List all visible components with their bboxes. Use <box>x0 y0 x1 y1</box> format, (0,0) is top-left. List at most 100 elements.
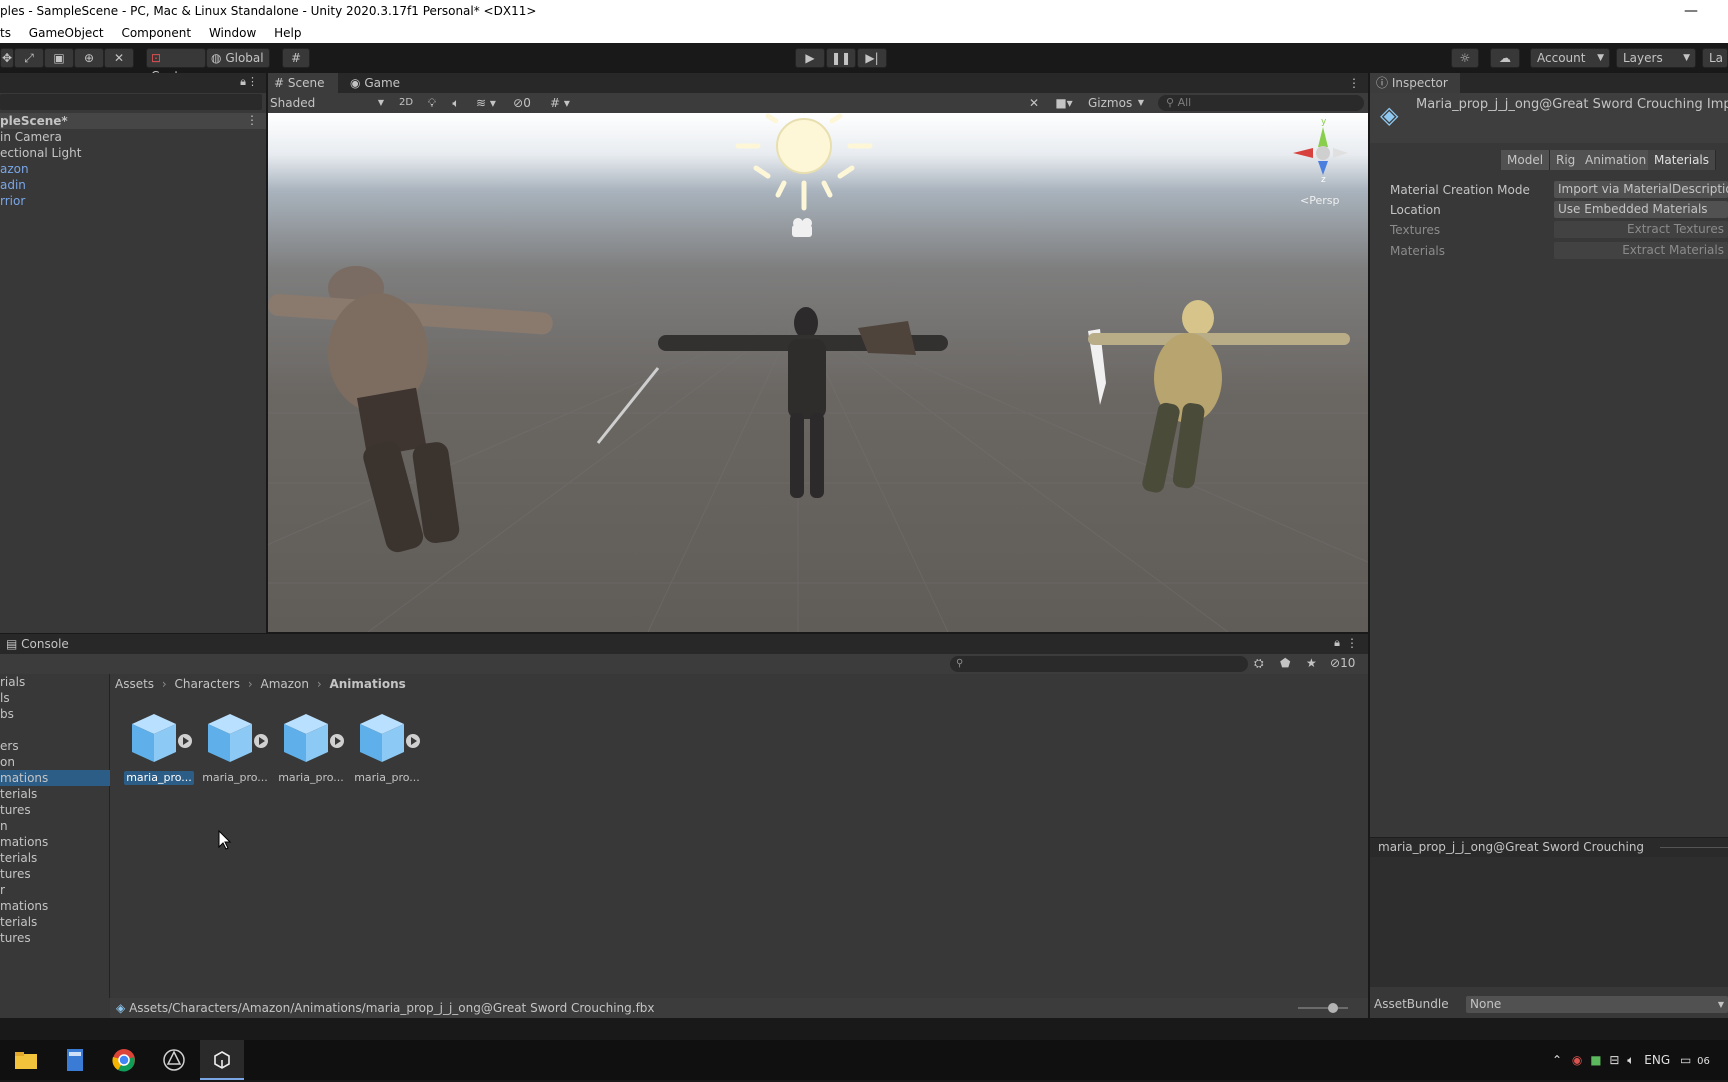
rect-tool-button[interactable]: ▣ <box>44 48 74 68</box>
file-explorer-button[interactable] <box>14 1048 38 1072</box>
assetbundle-dropdown[interactable]: None ▼ <box>1466 996 1728 1013</box>
scale-tool-button[interactable]: ⤢ <box>14 48 44 68</box>
tree-item[interactable]: n <box>0 818 110 834</box>
clock[interactable]: 06 <box>1697 1056 1710 1067</box>
unity-editor-button[interactable] <box>200 1040 244 1080</box>
transform-tool-button[interactable]: ⊕ <box>74 48 104 68</box>
play-button[interactable]: ▶ <box>795 48 825 68</box>
lighting-toggle[interactable]: 💡︎ <box>422 95 442 111</box>
hidden-packages-toggle[interactable]: ⊘10 <box>1330 656 1355 670</box>
scene-search-input[interactable]: ⚲ All <box>1158 95 1364 111</box>
tree-item[interactable]: terials <box>0 786 110 802</box>
language-indicator[interactable]: ENG <box>1644 1053 1670 1067</box>
antivirus-icon[interactable]: ◉ <box>1572 1053 1582 1067</box>
collab-button[interactable]: ☼ <box>1451 48 1479 68</box>
lock-icon[interactable]: 🔒︎ <box>240 75 246 89</box>
lock-icon[interactable]: 🔒︎ <box>1334 636 1340 650</box>
pivot-global-button[interactable]: ◍ Global <box>206 48 270 68</box>
tree-item[interactable]: terials <box>0 914 110 930</box>
asset-tile[interactable]: maria_pro... <box>124 708 194 788</box>
tab-inspector[interactable]: ⓘ Inspector <box>1370 73 1460 93</box>
hierarchy-item-amazon[interactable]: azon <box>0 161 29 177</box>
breadcrumb-assets[interactable]: Assets <box>115 677 154 691</box>
tree-item[interactable]: tures <box>0 930 110 946</box>
calculator-button[interactable] <box>63 1048 87 1072</box>
unity-hub-button[interactable] <box>162 1048 186 1072</box>
search-by-type-icon[interactable]: ⛭ <box>1254 656 1264 671</box>
hierarchy-item-main-camera[interactable]: in Camera <box>0 129 62 145</box>
account-dropdown[interactable]: Account ▼ <box>1530 48 1610 68</box>
kebab-menu-icon[interactable]: ⋮ <box>247 75 258 88</box>
minimize-button[interactable]: — <box>1684 0 1698 23</box>
scene-header-row[interactable]: pleScene* ⋮ <box>0 113 266 129</box>
icon-size-slider[interactable] <box>1298 1003 1348 1013</box>
step-button[interactable]: ▶| <box>857 48 887 68</box>
hierarchy-search[interactable] <box>0 94 262 110</box>
tree-item[interactable]: tures <box>0 802 110 818</box>
favorite-star-icon[interactable]: ★ <box>1306 656 1317 670</box>
menu-assets[interactable]: ts <box>0 26 11 40</box>
tree-item[interactable]: ers <box>0 738 110 754</box>
menu-gameobject[interactable]: GameObject <box>29 26 104 40</box>
tab-scene[interactable]: # Scene <box>268 73 338 93</box>
camera-dropdown[interactable]: ■▾ <box>1050 95 1078 111</box>
tree-item[interactable]: rials <box>0 674 110 690</box>
notifications-icon[interactable]: ▭ <box>1680 1053 1691 1067</box>
custom-tool-button[interactable]: ✕ <box>104 48 134 68</box>
pause-button[interactable]: ❚❚ <box>826 48 856 68</box>
asset-tile[interactable]: maria_pro... <box>200 708 270 788</box>
tree-item[interactable]: bs <box>0 706 110 722</box>
extract-materials-button[interactable]: Extract Materials <box>1554 242 1728 259</box>
tab-console[interactable]: ▤ Console <box>0 634 80 654</box>
toggle-2d-button[interactable]: 2D <box>394 95 418 111</box>
menu-window[interactable]: Window <box>209 26 256 40</box>
projection-toggle[interactable]: <Persp <box>1300 194 1339 207</box>
kebab-menu-icon[interactable]: ⋮ <box>1348 76 1360 90</box>
material-creation-mode-dropdown[interactable]: Import via MaterialDescription <box>1554 181 1728 198</box>
kebab-menu-icon[interactable]: ⋮ <box>1346 636 1358 650</box>
kebab-menu-icon[interactable]: ⋮ <box>246 113 258 127</box>
location-dropdown[interactable]: Use Embedded Materials <box>1554 201 1728 218</box>
volume-icon[interactable]: 🔈︎ <box>1627 1053 1634 1067</box>
tree-item[interactable]: mations <box>0 898 110 914</box>
extract-textures-button[interactable]: Extract Textures <box>1554 221 1728 238</box>
icon-size-slider-handle[interactable] <box>1328 1003 1338 1013</box>
cloud-button[interactable]: ☁ <box>1490 48 1520 68</box>
search-by-label-icon[interactable]: ⬟ <box>1280 656 1290 670</box>
tree-item[interactable]: tures <box>0 866 110 882</box>
gizmos-dropdown[interactable]: Gizmos ▼ <box>1084 95 1148 111</box>
tree-item[interactable]: on <box>0 754 110 770</box>
tab-rig[interactable]: Rig <box>1550 150 1583 170</box>
asset-tile[interactable]: maria_pro... <box>276 708 346 788</box>
shading-mode-dropdown[interactable]: Shaded ▼ <box>270 95 388 111</box>
tab-materials[interactable]: Materials <box>1648 150 1717 170</box>
hidden-objects-toggle[interactable]: ⊘0 <box>506 95 538 111</box>
project-search-input[interactable]: ⚲ <box>950 656 1248 672</box>
chevron-up-icon[interactable]: ⌃ <box>1552 1053 1562 1067</box>
breadcrumb-characters[interactable]: Characters <box>175 677 241 691</box>
preview-header[interactable]: maria_prop_j_j_ong@Great Sword Crouching <box>1370 837 1728 857</box>
tools-toggle[interactable]: ✕ <box>1024 95 1044 111</box>
network-icon[interactable]: ⊟ <box>1609 1053 1619 1067</box>
security-icon[interactable]: ■ <box>1590 1053 1601 1067</box>
tab-model[interactable]: Model <box>1501 150 1551 170</box>
hierarchy-item-warrior[interactable]: rrior <box>0 193 25 209</box>
scene-viewport[interactable]: y z <Persp <box>268 113 1368 632</box>
breadcrumb-animations[interactable]: Animations <box>329 677 405 691</box>
tab-animation[interactable]: Animation <box>1579 150 1654 170</box>
asset-tile[interactable]: maria_pro... <box>352 708 422 788</box>
grid-snap-button[interactable]: # <box>282 48 310 68</box>
hand-tool-button[interactable]: ✥ <box>0 48 14 68</box>
audio-toggle[interactable]: 🔈︎ <box>446 95 466 111</box>
breadcrumb-amazon[interactable]: Amazon <box>261 677 310 691</box>
tree-item-selected[interactable]: mations <box>0 770 110 786</box>
hierarchy-item-directional-light[interactable]: ectional Light <box>0 145 81 161</box>
chrome-button[interactable] <box>112 1048 136 1072</box>
effects-dropdown[interactable]: ≋ ▾ <box>470 95 502 111</box>
grid-dropdown[interactable]: # ▾ <box>544 95 576 111</box>
orientation-gizmo[interactable]: y z <Persp <box>1288 117 1358 209</box>
menu-component[interactable]: Component <box>121 26 191 40</box>
tree-item[interactable]: terials <box>0 850 110 866</box>
layers-dropdown[interactable]: Layers ▼ <box>1616 48 1696 68</box>
pivot-center-button[interactable]: ⊡ Center <box>146 48 206 83</box>
